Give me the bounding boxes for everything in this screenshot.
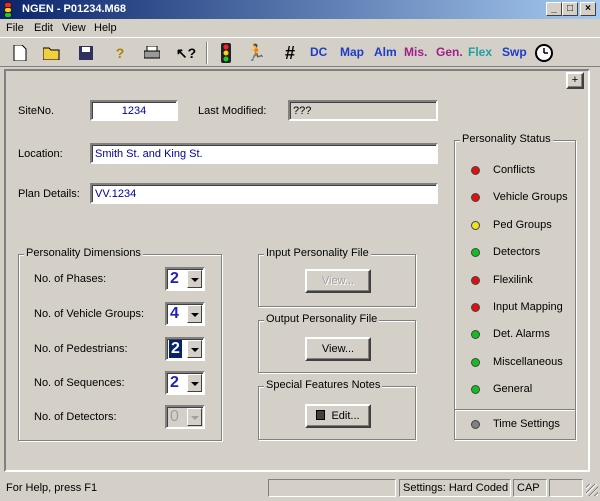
last-modified-label: Last Modified: <box>198 105 267 117</box>
toolbar: ? ↖? 🏃 # DC Map Alm Mis. Gen. Flex Swp <box>0 37 600 67</box>
menu-view[interactable]: View <box>62 22 86 34</box>
sequences-value: 2 <box>170 374 179 391</box>
output-view-button[interactable]: View... <box>305 337 371 361</box>
status-item-label: Detectors <box>493 246 541 259</box>
vehicle-groups-combo[interactable]: 4 <box>165 302 205 326</box>
menu-edit[interactable]: Edit <box>34 22 53 34</box>
last-modified-field: ??? <box>288 100 438 121</box>
status-dot-icon <box>471 275 480 285</box>
minimize-button[interactable]: _ <box>546 2 562 16</box>
status-time-settings-label: Time Settings <box>493 418 560 430</box>
clock-icon[interactable] <box>532 41 556 65</box>
traffic-light-icon[interactable] <box>214 41 238 65</box>
status-dot-icon <box>471 420 480 429</box>
status-item-label: Miscellaneous <box>493 355 563 368</box>
status-item-label: Conflicts <box>493 164 536 176</box>
status-item-label: General <box>493 383 533 396</box>
status-dot-icon <box>471 385 480 395</box>
status-dot-icon <box>471 303 480 312</box>
toolbar-separator <box>206 42 208 64</box>
detectors-combo: 0 <box>165 405 205 429</box>
detectors-value: 0 <box>170 408 179 425</box>
pedestrians-combo[interactable]: 2 <box>165 337 205 361</box>
resize-grip-icon[interactable] <box>586 484 598 496</box>
title-bar: NGEN - P01234.M68 _ □ × <box>0 0 600 19</box>
status-dot-icon <box>471 166 480 175</box>
personality-status-title: Personality Status <box>460 133 553 145</box>
maximize-button[interactable]: □ <box>562 2 578 16</box>
status-bar: For Help, press F1 Settings: Hard Coded … <box>0 476 600 501</box>
status-item-label: Flexilink <box>493 273 533 286</box>
expand-button[interactable]: + <box>566 72 584 89</box>
site-no-field[interactable]: 1234 <box>90 100 178 121</box>
phases-label: No. of Phases: <box>34 273 107 285</box>
swp-button[interactable]: Swp <box>502 45 527 59</box>
grid-icon[interactable]: # <box>278 41 302 65</box>
menu-bar: File Edit View Help <box>0 19 600 37</box>
status-dot-icon <box>471 330 480 340</box>
alm-button[interactable]: Alm <box>374 45 397 59</box>
location-field[interactable]: Smith St. and King St. <box>90 143 438 164</box>
personality-dimensions-title: Personality Dimensions <box>24 247 143 259</box>
plan-details-label: Plan Details: <box>18 188 80 200</box>
pedestrians-label: No. of Pedestrians: <box>34 343 128 355</box>
chevron-down-icon[interactable] <box>187 270 202 288</box>
chevron-down-icon[interactable] <box>187 374 202 392</box>
status-item-label: Ped Groups <box>493 218 552 231</box>
gen-button[interactable]: Gen. <box>436 45 463 59</box>
status-dot-icon <box>471 248 480 258</box>
caps-lock-indicator: CAP <box>513 479 547 497</box>
personality-status-panel: Personality Status Conflicts Vehicle Grou… <box>454 133 576 440</box>
notes-edit-label: Edit... <box>331 410 360 422</box>
menu-file[interactable]: File <box>6 22 24 34</box>
traffic-light-app-icon <box>4 2 12 17</box>
output-personality-file-title: Output Personality File <box>264 313 380 325</box>
status-item-label: Input Mapping <box>493 301 563 313</box>
sequences-combo[interactable]: 2 <box>165 371 205 395</box>
special-features-notes-title: Special Features Notes <box>264 379 383 391</box>
vehicle-groups-value: 4 <box>170 305 179 322</box>
chevron-down-icon[interactable] <box>187 305 202 323</box>
mis-button[interactable]: Mis. <box>404 45 427 59</box>
status-dot-icon <box>471 220 480 230</box>
notepad-icon <box>316 410 326 420</box>
num-lock-indicator <box>549 479 583 497</box>
status-dot-icon <box>471 193 480 203</box>
save-disk-icon[interactable] <box>74 41 98 65</box>
new-file-icon[interactable] <box>8 41 32 65</box>
menu-help[interactable]: Help <box>94 22 117 34</box>
site-no-label: SiteNo. <box>18 105 55 117</box>
open-folder-icon[interactable] <box>40 41 64 65</box>
help-question-icon[interactable]: ? <box>108 41 132 65</box>
chevron-down-icon <box>187 408 202 426</box>
plan-details-field[interactable]: VV.1234 <box>90 183 438 204</box>
phases-combo[interactable]: 2 <box>165 267 205 291</box>
notes-edit-button[interactable]: Edit... <box>305 404 371 428</box>
status-divider <box>455 409 575 411</box>
location-label: Location: <box>18 148 63 160</box>
detectors-label: No. of Detectors: <box>34 411 117 423</box>
phases-value: 2 <box>170 270 179 287</box>
chevron-down-icon[interactable] <box>187 340 202 358</box>
status-item-label: Det. Alarms <box>493 328 550 341</box>
input-view-button: View... <box>305 269 371 293</box>
dc-button[interactable]: DC <box>310 45 327 59</box>
printer-icon[interactable] <box>140 41 164 65</box>
status-pane-empty <box>268 479 396 497</box>
pedestrians-value: 2 <box>169 340 182 358</box>
status-item-label: Vehicle Groups <box>493 191 568 204</box>
window-title: NGEN - P01234.M68 <box>22 3 126 15</box>
flex-button[interactable]: Flex <box>468 45 492 59</box>
settings-status: Settings: Hard Coded <box>399 479 511 497</box>
context-help-icon[interactable]: ↖? <box>174 41 198 65</box>
help-hint: For Help, press F1 <box>6 482 98 494</box>
map-button[interactable]: Map <box>340 45 364 59</box>
input-personality-file-title: Input Personality File <box>264 247 371 259</box>
pedestrian-icon[interactable]: 🏃 <box>244 41 268 65</box>
vehicle-groups-label: No. of Vehicle Groups: <box>34 308 145 320</box>
status-dot-icon <box>471 357 480 367</box>
close-button[interactable]: × <box>580 2 596 16</box>
sequences-label: No. of Sequences: <box>34 377 125 389</box>
